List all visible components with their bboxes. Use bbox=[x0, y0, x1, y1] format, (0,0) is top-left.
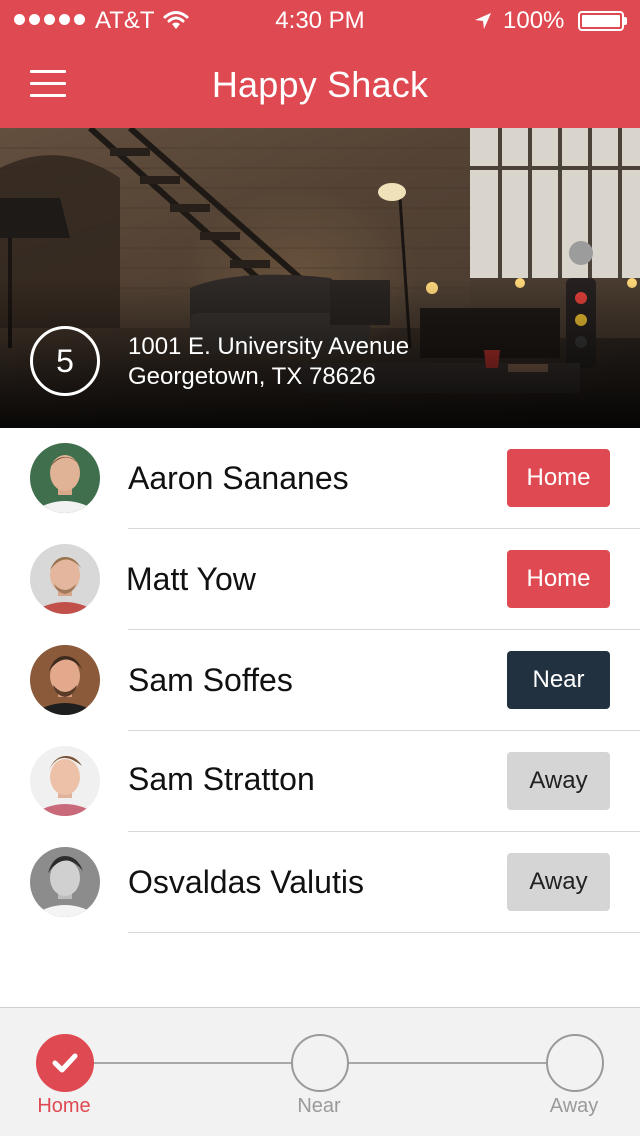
avatar bbox=[30, 746, 100, 816]
person-name: Osvaldas Valutis bbox=[128, 864, 364, 900]
battery-percent: 100% bbox=[503, 7, 565, 34]
near-step-label: Near bbox=[297, 1095, 341, 1117]
page-title: Happy Shack bbox=[211, 64, 429, 105]
avatar bbox=[30, 847, 100, 917]
home-step-button[interactable] bbox=[36, 1034, 94, 1092]
address-line-2: Georgetown, TX 78626 bbox=[128, 363, 376, 390]
battery-cap bbox=[624, 17, 627, 25]
location-hero-image: 5 1001 E. University Avenue Georgetown, … bbox=[0, 128, 640, 428]
person-name: Sam Stratton bbox=[128, 761, 315, 797]
person-name: Matt Yow bbox=[126, 561, 256, 597]
person-name: Sam Soffes bbox=[128, 662, 293, 698]
status-filter-bar: Home Near Away bbox=[0, 1007, 640, 1136]
status-badge[interactable]: Home bbox=[507, 550, 610, 608]
status-badge[interactable]: Home bbox=[507, 449, 610, 507]
battery-icon bbox=[578, 11, 624, 31]
people-list: Aaron Sananes Home Matt Yow Home Sam Sof… bbox=[0, 428, 640, 933]
home-step-label: Home bbox=[37, 1095, 91, 1117]
status-badge[interactable]: Near bbox=[507, 651, 610, 709]
status-badge[interactable]: Away bbox=[507, 853, 610, 911]
people-count-badge: 5 bbox=[30, 326, 100, 396]
near-step-button[interactable] bbox=[291, 1034, 349, 1092]
row-divider bbox=[128, 932, 640, 933]
list-item[interactable]: Matt Yow Home bbox=[0, 529, 640, 630]
away-step-label: Away bbox=[549, 1095, 599, 1117]
list-item[interactable]: Sam Stratton Away bbox=[0, 731, 640, 832]
checkmark-icon bbox=[52, 1053, 78, 1073]
status-badge[interactable]: Away bbox=[507, 752, 610, 810]
person-name: Aaron Sananes bbox=[128, 460, 349, 496]
avatar bbox=[30, 443, 100, 513]
avatar bbox=[30, 645, 100, 715]
away-step-button[interactable] bbox=[546, 1034, 604, 1092]
list-item[interactable]: Osvaldas Valutis Away bbox=[0, 832, 640, 933]
location-arrow-icon bbox=[473, 10, 493, 38]
status-bar: AT&T 4:30 PM 100% bbox=[0, 0, 640, 40]
avatar bbox=[30, 544, 100, 614]
address-line-1: 1001 E. University Avenue bbox=[128, 333, 410, 360]
list-item[interactable]: Sam Soffes Near bbox=[0, 630, 640, 731]
list-item[interactable]: Aaron Sananes Home bbox=[0, 428, 640, 529]
app-header: AT&T 4:30 PM 100% Happy Shack bbox=[0, 0, 640, 128]
